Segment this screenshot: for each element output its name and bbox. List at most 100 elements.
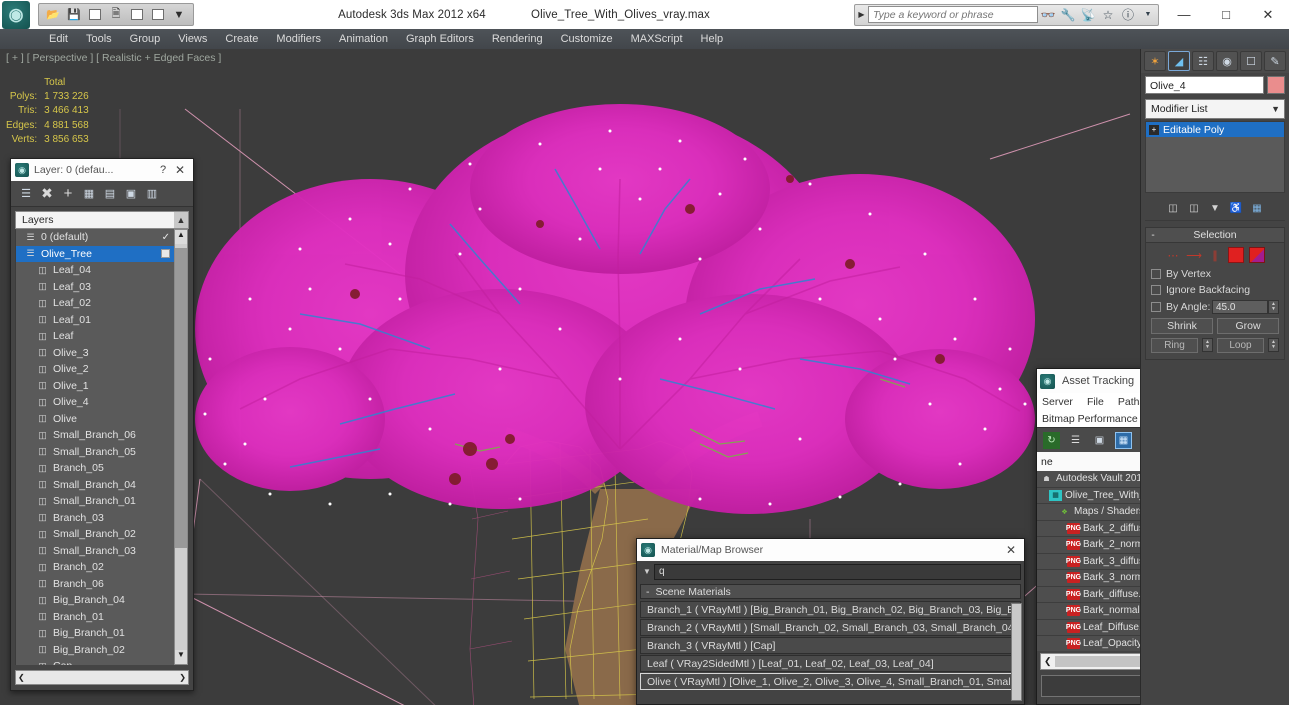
list-item[interactable]: ◫ Leaf_04 [16, 262, 175, 279]
element-icon[interactable] [1249, 247, 1265, 263]
list-item[interactable]: ◫ Small_Branch_02 [16, 526, 175, 543]
rollout-toggle-icon[interactable]: - [1146, 230, 1160, 241]
list-item[interactable]: ◫ Branch_02 [16, 559, 175, 576]
help-icon[interactable]: ⓘ [1118, 6, 1138, 24]
modify-tab[interactable]: ◢ [1168, 51, 1190, 71]
detail-view-icon[interactable]: ▣ [1091, 432, 1108, 449]
wrench-icon[interactable]: 🔧 [1058, 6, 1078, 24]
list-item[interactable]: Branch_1 ( VRayMtl ) [Big_Branch_01, Big… [640, 601, 1021, 618]
ring-spinner[interactable]: ▲ ▼ [1202, 338, 1213, 352]
set-current-icon[interactable]: ▥ [143, 185, 161, 203]
by-angle-checkbox[interactable] [1151, 302, 1161, 312]
polygon-icon[interactable] [1228, 247, 1244, 263]
satellite-icon[interactable]: 📡 [1078, 6, 1098, 24]
layer-active-box-icon[interactable] [161, 249, 170, 259]
by-vertex-row[interactable]: By Vertex [1151, 268, 1279, 280]
by-angle-spinner[interactable]: ▲ ▼ [1268, 300, 1279, 314]
edge-icon[interactable]: ⟶ [1186, 247, 1202, 263]
list-item[interactable]: ◫ Leaf_01 [16, 312, 175, 329]
close-icon[interactable]: ✕ [1002, 543, 1020, 557]
close-icon[interactable]: ✕ [171, 163, 189, 177]
asset-menu-file[interactable]: File [1087, 396, 1104, 408]
list-item[interactable]: ☰ 0 (default) ✓ [16, 229, 175, 246]
open-icon[interactable]: 📂 [44, 6, 62, 23]
list-item[interactable]: ◫ Olive_3 [16, 345, 175, 362]
undo-icon[interactable] [86, 6, 104, 23]
binoculars-icon[interactable]: 👓 [1038, 6, 1058, 24]
list-item[interactable]: ◫ Branch_03 [16, 510, 175, 527]
list-item[interactable]: ◫ Leaf_03 [16, 279, 175, 296]
chevron-down-icon[interactable]: ▼ [1271, 104, 1280, 114]
show-end-result-icon[interactable]: ◫ [1186, 201, 1202, 217]
material-search-input[interactable] [654, 563, 1021, 580]
redo-icon[interactable]: 🗎 [107, 6, 125, 23]
modifier-stack[interactable]: + Editable Poly [1145, 121, 1285, 193]
select-highlight-icon[interactable]: ▤ [101, 185, 119, 203]
list-item[interactable]: ◫ Small_Branch_03 [16, 543, 175, 560]
material-vertical-scrollbar[interactable] [1011, 603, 1022, 701]
material-browser-titlebar[interactable]: ◉ Material/Map Browser ✕ [637, 539, 1024, 561]
object-color-swatch[interactable] [1267, 76, 1285, 94]
add-layer-icon[interactable]: + [59, 185, 77, 203]
list-item[interactable]: Leaf ( VRay2SidedMtl ) [Leaf_01, Leaf_02… [640, 655, 1021, 672]
scroll-up-icon[interactable]: ▲ [174, 212, 188, 228]
menu-item-rendering[interactable]: Rendering [483, 29, 552, 49]
list-item[interactable]: ◫ Olive_2 [16, 361, 175, 378]
maximize-button[interactable]: □ [1205, 1, 1247, 29]
new2-icon[interactable] [149, 6, 167, 23]
asset-menu-server[interactable]: Server [1042, 396, 1073, 408]
by-angle-input[interactable]: 45.0 [1212, 300, 1268, 314]
list-item[interactable]: ◫ Big_Branch_01 [16, 625, 175, 642]
list-item[interactable]: ◫ Branch_05 [16, 460, 175, 477]
star-icon[interactable]: ☆ [1098, 6, 1118, 24]
layer-list[interactable]: ☰ 0 (default) ✓ ☰ Olive_Tree ◫ Leaf_04 ◫ Leaf_03… [15, 229, 175, 665]
add-selection-icon[interactable]: ▣ [122, 185, 140, 203]
list-item[interactable]: Branch_3 ( VRayMtl ) [Cap] [640, 637, 1021, 654]
layer-vertical-scrollbar[interactable]: ▲ ▼ [174, 229, 188, 665]
remove-modifier-icon[interactable]: ♿ [1228, 201, 1244, 217]
menu-item-create[interactable]: Create [216, 29, 267, 49]
chevron-down-icon[interactable]: ▼ [640, 567, 654, 576]
object-name-field[interactable]: Olive_4 [1145, 76, 1264, 94]
list-item[interactable]: ◫ Small_Branch_05 [16, 444, 175, 461]
save-icon[interactable]: 💾 [65, 6, 83, 23]
display-tab[interactable]: ☐ [1240, 51, 1262, 71]
menu-item-group[interactable]: Group [121, 29, 170, 49]
pin-stack-icon[interactable]: ◫ [1165, 201, 1181, 217]
list-item[interactable]: ◫ Olive_1 [16, 378, 175, 395]
border-icon[interactable]: ∥ [1207, 247, 1223, 263]
loop-button[interactable]: Loop [1217, 338, 1264, 353]
minimize-button[interactable]: — [1163, 1, 1205, 29]
material-list[interactable]: Branch_1 ( VRayMtl ) [Big_Branch_01, Big… [640, 601, 1021, 690]
list-item[interactable]: ◫ Small_Branch_04 [16, 477, 175, 494]
menu-item-maxscript[interactable]: MAXScript [622, 29, 692, 49]
refresh-icon[interactable]: ↻ [1043, 431, 1060, 449]
utilities-tab[interactable]: ✎ [1264, 51, 1286, 71]
list-item[interactable]: ◫ Cap [16, 658, 175, 665]
menu-item-views[interactable]: Views [169, 29, 216, 49]
list-item[interactable]: ◫ Small_Branch_01 [16, 493, 175, 510]
make-unique-icon[interactable]: ▼ [1207, 201, 1223, 217]
vertex-icon[interactable]: ⋯ [1165, 247, 1181, 263]
scroll-down-icon[interactable]: ▼ [175, 650, 187, 664]
layer-dialog-titlebar[interactable]: ◉ Layer: 0 (defau... ? ✕ [11, 159, 193, 181]
select-objects-icon[interactable]: ▦ [80, 185, 98, 203]
scroll-left-icon[interactable]: ❮ [1044, 656, 1052, 667]
help-button[interactable]: ? [155, 164, 171, 176]
scroll-right-icon[interactable]: ❯ [179, 673, 186, 682]
list-item[interactable]: ◫ Leaf [16, 328, 175, 345]
shrink-button[interactable]: Shrink [1151, 318, 1213, 334]
search-input[interactable] [868, 6, 1038, 23]
selection-rollout-header[interactable]: - Selection [1145, 227, 1285, 243]
table-view-icon[interactable]: ▦ [1115, 431, 1132, 449]
viewport-label[interactable]: [ + ] [ Perspective ] [ Realistic + Edge… [6, 52, 221, 64]
chevron-down-icon[interactable]: ▼ [170, 6, 188, 23]
app-logo-icon[interactable]: ◉ [2, 0, 30, 29]
list-item[interactable]: ◫ Branch_06 [16, 576, 175, 593]
scene-materials-section-header[interactable]: - Scene Materials [640, 584, 1021, 599]
section-toggle-icon[interactable]: - [646, 586, 650, 598]
layer-horizontal-scrollbar[interactable]: ❮ ❯ [15, 670, 189, 685]
menu-item-tools[interactable]: Tools [77, 29, 121, 49]
list-item[interactable]: Branch_2 ( VRayMtl ) [Small_Branch_02, S… [640, 619, 1021, 636]
search-dropdown-icon[interactable]: ▶ [855, 10, 868, 19]
